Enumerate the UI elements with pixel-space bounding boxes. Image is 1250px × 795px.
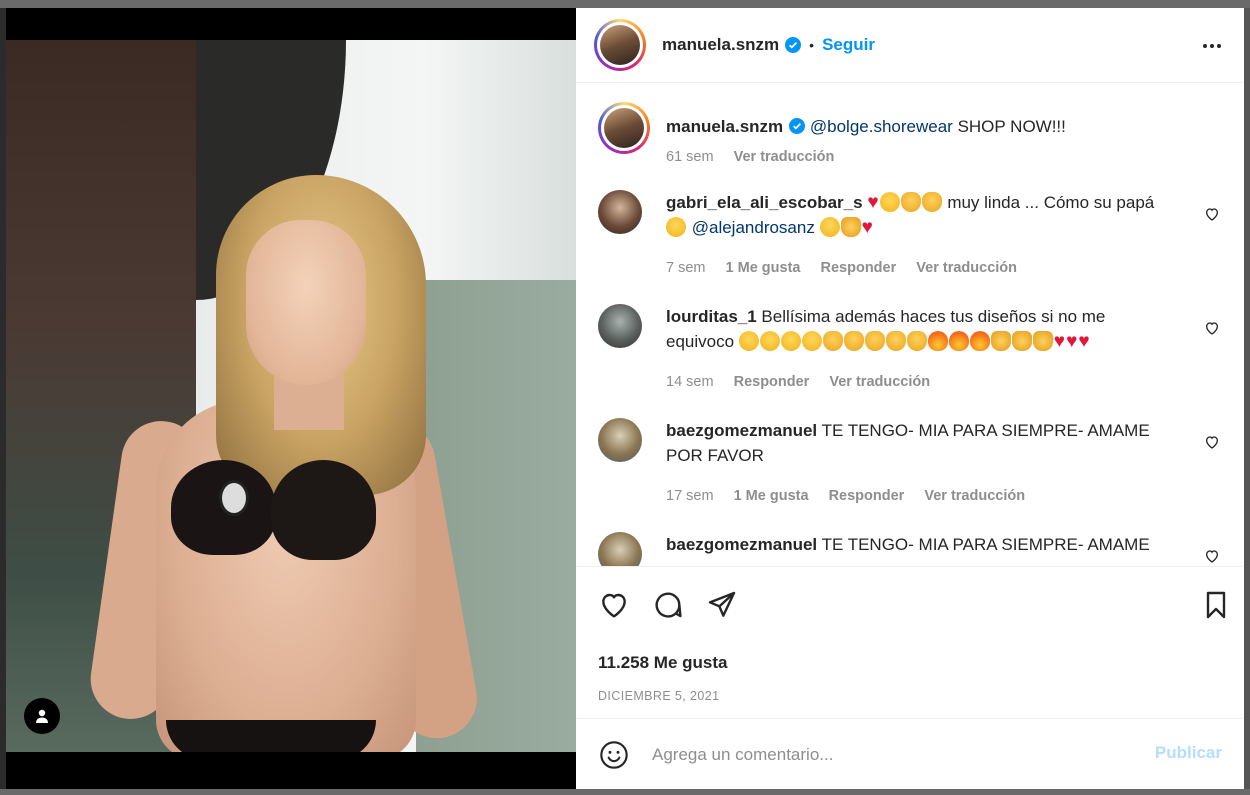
translate-button[interactable]: Ver traducción	[916, 260, 1017, 276]
caption-mention[interactable]: @bolge.shorewear	[810, 117, 953, 136]
commenter-avatar[interactable]	[598, 304, 642, 348]
caption-text: manuela.snzm @bolge.shorewear SHOP NOW!!…	[666, 114, 1176, 139]
photo-top-right	[271, 460, 376, 560]
fire-emoji	[969, 331, 990, 351]
clap-emoji	[885, 331, 906, 351]
translate-button[interactable]: Ver traducción	[924, 488, 1025, 504]
star-eyes-emoji	[738, 331, 759, 351]
fire-emoji	[927, 331, 948, 351]
comment-text: gabri_ela_ali_escobar_s ♥ muy linda ... …	[666, 190, 1176, 240]
heart-emoji: ♥	[1078, 331, 1090, 352]
smiley-icon[interactable]	[598, 739, 630, 771]
heart-icon[interactable]	[1204, 548, 1220, 564]
post-media[interactable]	[6, 8, 576, 789]
star-eyes-emoji	[759, 331, 780, 351]
clap-emoji	[822, 331, 843, 351]
comment-meta: 17 sem 1 Me gusta Responder Ver traducci…	[666, 488, 1025, 504]
comment-text: baezgomezmanuel TE TENGO- MIA PARA SIEMP…	[666, 532, 1176, 557]
heart-emoji: ♥	[867, 192, 879, 213]
verified-badge-icon	[785, 37, 802, 53]
caption-avatar-image	[604, 108, 644, 148]
comment-icon[interactable]	[652, 589, 684, 621]
comment-text: lourditas_1 Bellísima además haces tus d…	[666, 304, 1176, 354]
post-photo[interactable]	[6, 40, 576, 752]
heart-icon[interactable]	[1204, 320, 1220, 336]
clap-emoji	[900, 192, 921, 212]
fire-emoji	[948, 331, 969, 351]
reply-button[interactable]: Responder	[734, 374, 810, 390]
star-eyes-emoji	[879, 192, 900, 212]
star-eyes-emoji	[801, 331, 822, 351]
comment-username[interactable]: gabri_ela_ali_escobar_s	[666, 193, 863, 212]
comment-input[interactable]	[652, 741, 1132, 769]
heart-emoji: ♥	[861, 217, 873, 238]
translate-button[interactable]: Ver traducción	[829, 374, 930, 390]
heart-icon[interactable]	[598, 589, 630, 621]
comment-mention[interactable]: @alejandrosanz	[692, 218, 815, 237]
laughing-emoji	[819, 217, 840, 237]
caption-username[interactable]: manuela.snzm	[666, 117, 783, 136]
comment-composer: Publicar	[576, 718, 1244, 789]
reply-button[interactable]: Responder	[821, 260, 897, 276]
comment-username[interactable]: lourditas_1	[666, 307, 757, 326]
post-date[interactable]: DICIEMBRE 5, 2021	[598, 689, 719, 703]
photo-bottom	[166, 720, 376, 752]
heart-icon[interactable]	[1204, 434, 1220, 450]
raised-hands-emoji	[840, 217, 861, 237]
heart-emoji: ♥	[1053, 331, 1066, 352]
comment-username[interactable]: baezgomezmanuel	[666, 421, 817, 440]
photo-face	[246, 220, 366, 385]
heart-icon[interactable]	[1204, 206, 1220, 222]
send-icon[interactable]	[706, 589, 738, 621]
star-eyes-emoji	[666, 217, 686, 237]
caption-body: SHOP NOW!!!	[952, 117, 1066, 136]
comment-meta: 14 sem Responder Ver traducción	[666, 374, 930, 390]
comment-meta: 7 sem 1 Me gusta Responder Ver traducció…	[666, 260, 1017, 276]
post-header: manuela.snzm • Seguir	[576, 8, 1244, 83]
comment-body: muy linda ... Cómo su papá	[942, 193, 1155, 212]
clap-emoji	[921, 192, 942, 212]
raised-hands-emoji	[1011, 331, 1032, 351]
avatar-image	[600, 25, 640, 65]
author-avatar[interactable]	[594, 19, 646, 71]
heart-emoji: ♥	[1066, 331, 1078, 352]
likes-count[interactable]: 11.258 Me gusta	[598, 653, 727, 673]
commenter-avatar[interactable]	[598, 190, 642, 234]
user-tag-icon[interactable]	[24, 698, 60, 734]
reply-button[interactable]: Responder	[829, 488, 905, 504]
photo-pendant	[219, 480, 249, 516]
caption-avatar[interactable]	[598, 102, 650, 154]
raised-hands-emoji	[1032, 331, 1053, 351]
comments-list[interactable]: manuela.snzm @bolge.shorewear SHOP NOW!!…	[576, 84, 1244, 566]
commenter-avatar[interactable]	[598, 418, 642, 462]
publish-button[interactable]: Publicar	[1155, 743, 1222, 763]
follow-button[interactable]: Seguir	[822, 35, 875, 55]
author-username[interactable]: manuela.snzm	[662, 35, 779, 55]
clap-emoji	[864, 331, 885, 351]
star-eyes-emoji	[780, 331, 801, 351]
more-horizontal-icon[interactable]	[1200, 34, 1224, 58]
clap-emoji	[843, 331, 864, 351]
verified-badge-icon	[789, 118, 806, 134]
comment-body: TE TENGO- MIA PARA SIEMPRE- AMAME	[817, 535, 1150, 554]
comment-text: baezgomezmanuel TE TENGO- MIA PARA SIEMP…	[666, 418, 1176, 468]
post-side-panel: manuela.snzm • Seguir manuela.snzm @bolg…	[576, 8, 1244, 789]
caption-translate[interactable]: Ver traducción	[734, 149, 835, 165]
caption-age[interactable]: 61 sem	[666, 149, 714, 165]
comment-username[interactable]: baezgomezmanuel	[666, 535, 817, 554]
backdrop-strip-top	[0, 0, 1250, 8]
clap-emoji	[906, 331, 927, 351]
bookmark-icon[interactable]	[1200, 589, 1232, 621]
comment-likes[interactable]: 1 Me gusta	[726, 260, 801, 276]
comment-likes[interactable]: 1 Me gusta	[734, 488, 809, 504]
separator-dot: •	[809, 37, 815, 53]
commenter-avatar[interactable]	[598, 532, 642, 566]
caption-meta: 61 sem Ver traducción	[666, 149, 834, 165]
comment-age[interactable]: 17 sem	[666, 488, 714, 504]
comment-age[interactable]: 7 sem	[666, 260, 706, 276]
raised-hands-emoji	[990, 331, 1011, 351]
comment-age[interactable]: 14 sem	[666, 374, 714, 390]
